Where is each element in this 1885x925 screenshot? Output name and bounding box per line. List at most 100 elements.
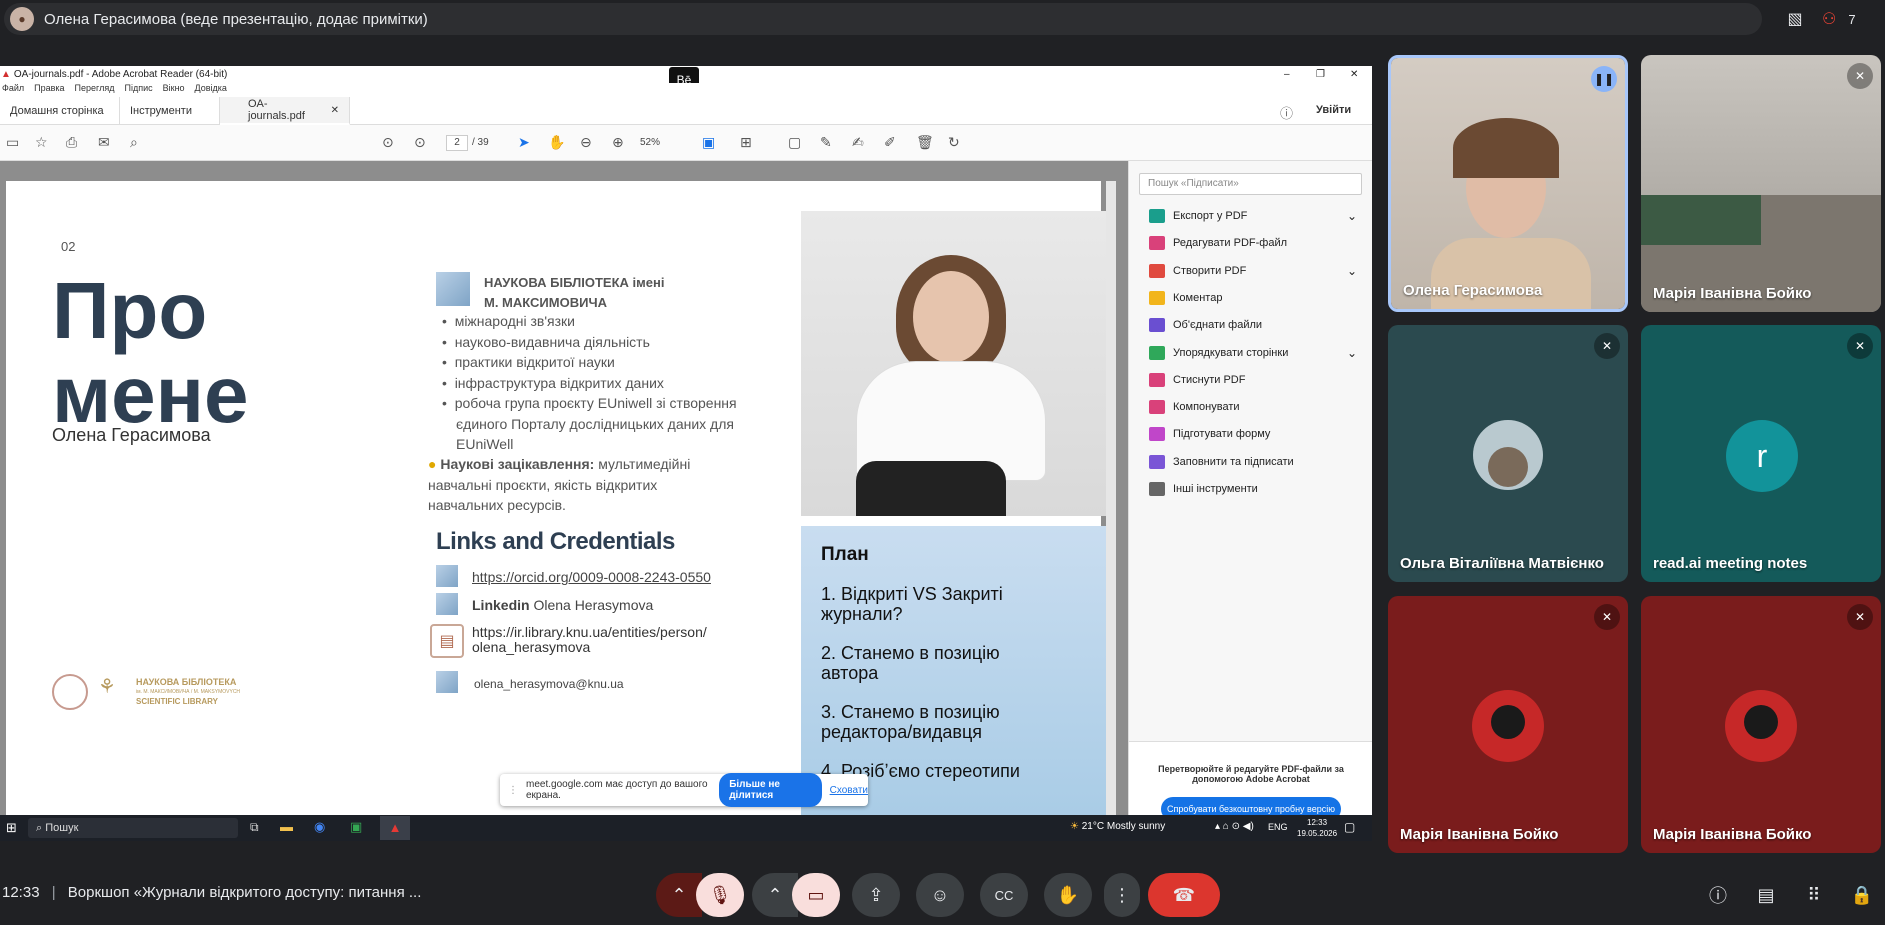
delete-icon[interactable]: 🗑 (916, 134, 934, 151)
minimize-icon[interactable]: – (1284, 69, 1290, 80)
comment-icon[interactable]: ▢ (788, 134, 801, 151)
zoom-in-icon[interactable]: ⊕ (612, 134, 624, 151)
highlight-icon[interactable]: ✎ (820, 134, 832, 151)
chevron-down-icon[interactable]: ⌄ (1347, 264, 1357, 278)
mic-toggle-button[interactable]: 🎙 (696, 873, 744, 917)
orcid-square-icon (436, 565, 458, 587)
tool-item[interactable]: Стиснути PDF (1149, 372, 1353, 387)
menu-edit[interactable]: Правка (34, 83, 64, 97)
stop-sharing-button[interactable]: Більше не ділитися (719, 773, 822, 807)
zoom-select[interactable]: 52% (640, 135, 680, 151)
participant-tile[interactable]: r ✕ read.ai meeting notes (1641, 325, 1881, 582)
email-icon[interactable]: ✉ (98, 134, 110, 151)
hide-link[interactable]: Сховати (830, 785, 868, 796)
participant-tile[interactable]: ✕ Марія Іванівна Бойко (1388, 596, 1628, 853)
chrome-icon[interactable]: ◉ (314, 819, 325, 835)
close-icon[interactable]: ✕ (1350, 69, 1358, 80)
tool-item[interactable]: Заповнити та підписати (1149, 454, 1353, 469)
hide-presentation-icon[interactable]: ▧ (1780, 4, 1810, 34)
taskbar-clock[interactable]: 12:33 19.05.2026 (1297, 817, 1337, 839)
signin-link[interactable]: Увійти (1316, 104, 1351, 116)
bullet-item: • науково-видавнича діяльність (442, 333, 650, 350)
explorer-icon[interactable]: ▬ (280, 819, 293, 834)
print-icon[interactable]: ⎙ (66, 134, 77, 151)
chevron-down-icon[interactable]: ⌄ (1347, 346, 1357, 360)
language-indicator[interactable]: ENG (1268, 822, 1288, 832)
participant-tile[interactable]: ❚❚ Олена Герасимова (1388, 55, 1628, 312)
host-controls-button[interactable]: 🔒 (1844, 873, 1880, 917)
tool-item[interactable]: Підготувати форму (1149, 427, 1353, 442)
star-icon[interactable]: ☆ (35, 134, 48, 151)
participant-tile[interactable]: ✕ Марія Іванівна Бойко (1641, 55, 1881, 312)
orcid-link[interactable]: https://orcid.org/0009-0008-2243-0550 (472, 569, 711, 585)
prev-page-icon[interactable]: ⊙ (382, 134, 394, 151)
presenter-text: Олена Герасимова (веде презентацію, дода… (44, 10, 428, 28)
search-icon[interactable]: ⌕ (130, 134, 138, 151)
present-screen-button[interactable]: ⇪ (852, 873, 900, 917)
tools-search-input[interactable]: Пошук «Підписати» (1139, 173, 1362, 195)
zoom-out-icon[interactable]: ⊖ (580, 134, 592, 151)
plan-item: редактора/видавця (821, 722, 983, 742)
close-tab-icon[interactable]: ✕ (331, 105, 339, 116)
save-icon[interactable]: ▭ (6, 134, 19, 151)
leave-call-button[interactable]: ☎ (1148, 873, 1220, 917)
scroll-mode-icon[interactable]: ⊞ (740, 134, 752, 151)
tool-item[interactable]: Експорт у PDF ⌄ (1149, 209, 1357, 223)
plan-item: 2. Станемо в позицію (821, 643, 1000, 663)
restore-icon[interactable]: ❐ (1316, 69, 1325, 80)
document-scrollbar[interactable] (1106, 181, 1116, 821)
menu-view[interactable]: Перегляд (75, 83, 115, 97)
help-icon[interactable]: ⓘ (1280, 103, 1293, 122)
next-page-icon[interactable]: ⊙ (414, 134, 426, 151)
menu-window[interactable]: Вікно (163, 83, 185, 97)
tab-tools[interactable]: Інструменти (120, 97, 220, 125)
tool-item[interactable]: Компонувати (1149, 400, 1353, 415)
participant-tile[interactable]: ✕ Марія Іванівна Бойко (1641, 596, 1881, 853)
meet-app-icon[interactable]: ▣ (350, 819, 362, 835)
page-number-input[interactable]: 2 (446, 135, 468, 151)
more-options-button[interactable]: ⋮ (1104, 873, 1140, 917)
taskbar-search[interactable]: ⌕ Пошук (28, 818, 238, 838)
tool-item[interactable]: Коментар (1149, 290, 1353, 305)
camera-toggle-button[interactable]: ▭ (792, 873, 840, 917)
meeting-details-button[interactable]: ⓘ (1700, 873, 1736, 917)
menu-file[interactable]: Файл (2, 83, 24, 97)
tab-document[interactable]: OA-journals.pdf ✕ (220, 97, 350, 125)
participant-tile[interactable]: ✕ Ольга Віталіївна Матвієнко (1388, 325, 1628, 582)
menu-help[interactable]: Довідка (195, 83, 227, 97)
tool-item[interactable]: Редагувати PDF-файл (1149, 236, 1353, 251)
chat-button[interactable]: ▤ (1748, 873, 1784, 917)
sign-icon[interactable]: ✐ (884, 134, 896, 151)
captions-button[interactable]: CC (980, 873, 1028, 917)
bullet-text: інфраструктура відкритих даних (454, 374, 664, 391)
drag-handle-icon[interactable]: ⋮ (508, 785, 518, 796)
rotate-icon[interactable]: ↻ (948, 134, 960, 151)
acrobat-taskbar-icon[interactable]: ▲ (380, 816, 410, 840)
raise-hand-button[interactable]: ✋ (1044, 873, 1092, 917)
start-icon[interactable]: ⊞ (6, 820, 17, 836)
slide-title: Про мене (52, 269, 248, 437)
participants-button[interactable]: ⚇ 7 (1822, 4, 1874, 34)
presenter-banner[interactable]: ● Олена Герасимова (веде презентацію, до… (4, 3, 1762, 35)
notification-icon[interactable]: ▢ (1344, 820, 1355, 834)
tab-home[interactable]: Домашня сторінка (0, 97, 120, 125)
taskview-icon[interactable]: ⧉ (250, 820, 259, 835)
page-fit-icon[interactable]: ▣ (702, 134, 715, 151)
menu-sign[interactable]: Підпис (125, 83, 153, 97)
camera-off-icon: ▭ (807, 884, 825, 905)
activities-button[interactable]: ⠿ (1796, 873, 1832, 917)
tool-item[interactable]: Об'єднати файли (1149, 318, 1353, 333)
tray-icons[interactable]: ▴ ⌂ ⊙ ◀) (1215, 821, 1254, 832)
select-tool-icon[interactable]: ➤ (518, 134, 530, 151)
draw-icon[interactable]: ✍ (852, 134, 864, 151)
repository-link[interactable]: https://ir.library.knu.ua/entities/perso… (472, 625, 707, 655)
tool-item[interactable]: Упорядкувати сторінки ⌄ (1149, 345, 1357, 360)
tool-item[interactable]: Створити PDF ⌄ (1149, 263, 1357, 278)
reactions-button[interactable]: ☺ (916, 873, 964, 917)
bullet-text: практики відкритої науки (454, 354, 615, 370)
tool-item[interactable]: Інші інструменти (1149, 482, 1353, 496)
logo-line1: НАУКОВА БІБЛІОТЕКА (136, 677, 237, 687)
document-area[interactable]: 02 Про мене Олена Герасимова НАУКОВА БІБ… (0, 161, 1128, 841)
chevron-down-icon[interactable]: ⌄ (1347, 209, 1357, 223)
hand-tool-icon[interactable]: ✋ (548, 134, 565, 151)
